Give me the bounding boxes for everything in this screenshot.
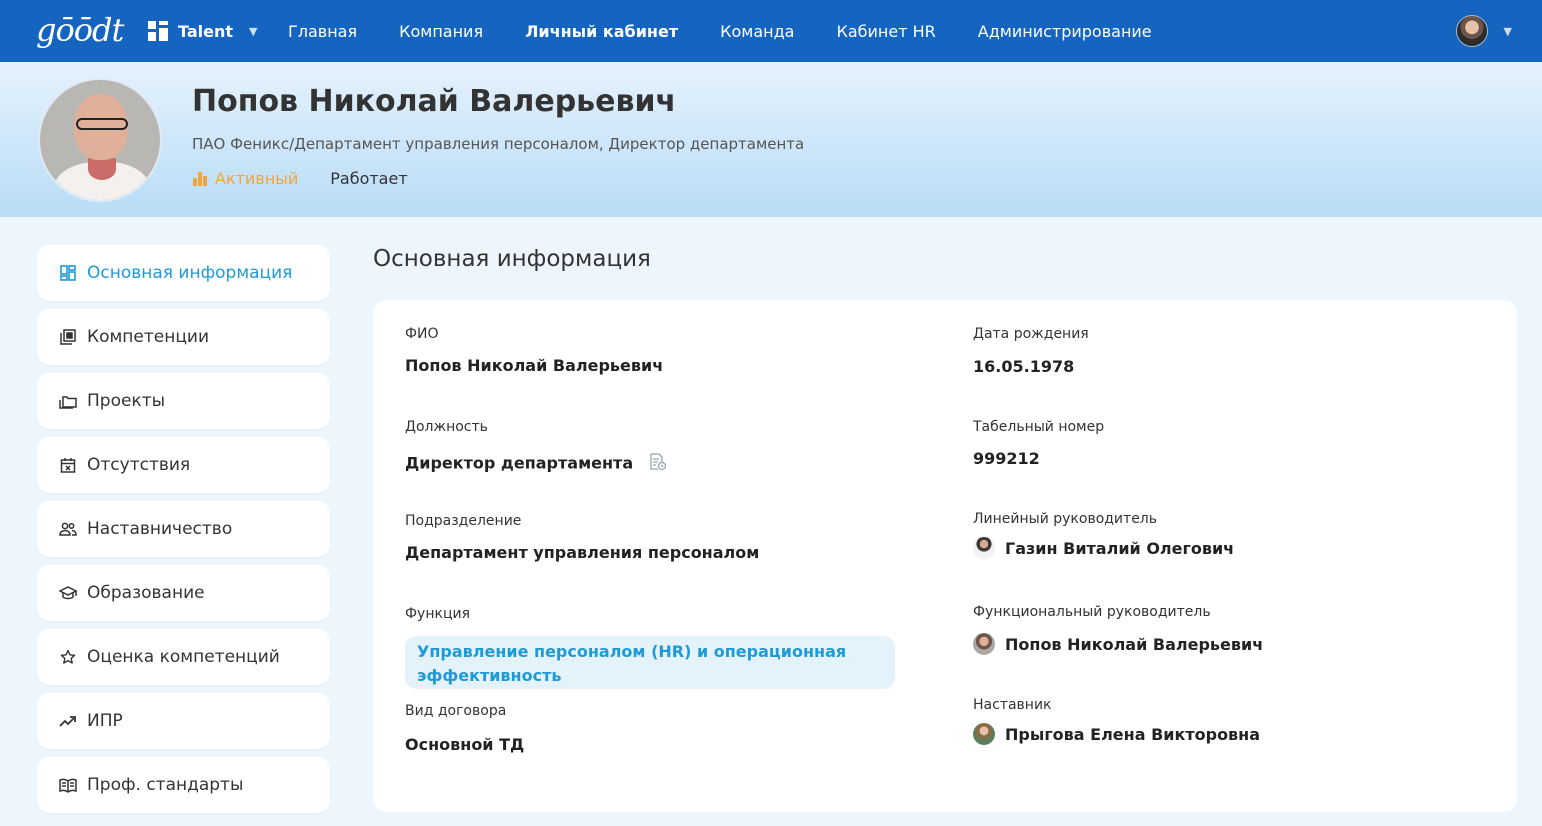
calendar-icon	[59, 456, 77, 474]
birth-date-label: Дата рождения	[973, 326, 1089, 342]
trending-up-icon	[59, 712, 77, 730]
sidebar-item-competencies[interactable]: Компетенции	[37, 309, 330, 365]
sidebar-item-label: Проекты	[87, 391, 166, 411]
functional-manager[interactable]: Попов Николай Валерьевич	[973, 633, 1263, 655]
user-menu[interactable]: ▼	[1455, 15, 1512, 47]
sidebar-item-idp[interactable]: ИПР	[37, 693, 330, 749]
sidebar-item-label: Основная информация	[87, 263, 293, 283]
avatar[interactable]	[1455, 15, 1488, 47]
line-manager[interactable]: Газин Виталий Олегович	[973, 537, 1234, 559]
fio-value: Попов Николай Валерьевич	[405, 356, 664, 375]
star-icon	[59, 648, 77, 666]
sidebar-item-label: ИПР	[87, 711, 123, 731]
sidebar-item-label: Проф. стандарты	[87, 775, 244, 795]
graduation-cap-icon	[59, 584, 77, 602]
sidebar-item-mentoring[interactable]: Наставничество	[37, 501, 330, 557]
position-label: Должность	[405, 419, 488, 435]
main-info-card: ФИО Попов Николай Валерьевич Должность Д…	[373, 300, 1517, 812]
contract-label: Вид договора	[405, 703, 507, 719]
nav-administration[interactable]: Администрирование	[978, 22, 1152, 41]
avatar	[973, 723, 995, 745]
mentor-name: Прыгова Елена Викторовна	[1005, 724, 1261, 744]
status-active-label: Активный	[215, 169, 299, 188]
avatar	[973, 633, 995, 655]
profile-name: Попов Николай Валерьевич	[192, 84, 677, 119]
sidebar-item-label: Отсутствия	[87, 455, 191, 475]
sidebar-item-absences[interactable]: Отсутствия	[37, 437, 330, 493]
chevron-down-icon: ▼	[1503, 24, 1512, 38]
top-navbar: gōōdt Talent ▼ Главная Компания Личный к…	[0, 0, 1542, 62]
profile-photo	[38, 78, 162, 202]
sidebar-item-label: Образование	[87, 583, 205, 603]
main-nav: Главная Компания Личный кабинет Команда …	[288, 0, 1194, 62]
status-badge: Активный	[193, 169, 298, 188]
sidebar-item-projects[interactable]: Проекты	[37, 373, 330, 429]
avatar	[973, 537, 995, 559]
sidebar-item-label: Компетенции	[87, 327, 210, 347]
position-text: Директор департамента	[405, 453, 634, 473]
activity-bars-icon	[193, 171, 209, 186]
sidebar-item-education[interactable]: Образование	[37, 565, 330, 621]
sidebar-item-prof-standards[interactable]: Проф. стандарты	[37, 757, 330, 813]
line-manager-label: Линейный руководитель	[973, 511, 1158, 527]
birth-date-value: 16.05.1978	[973, 357, 1075, 376]
nav-personal-cabinet[interactable]: Личный кабинет	[525, 22, 678, 41]
app-grid-icon	[148, 21, 168, 41]
employment-status: Работает	[330, 169, 408, 188]
nav-team[interactable]: Команда	[720, 22, 794, 41]
app-switcher[interactable]: Talent ▼	[148, 0, 258, 62]
book-icon	[59, 776, 77, 794]
app-label: Talent	[178, 21, 234, 41]
people-icon	[59, 520, 77, 538]
mentor[interactable]: Прыгова Елена Викторовна	[973, 723, 1260, 745]
section-title: Основная информация	[373, 246, 651, 272]
projects-icon	[59, 392, 77, 410]
mentor-label: Наставник	[973, 697, 1052, 713]
sidebar-item-competency-assessment[interactable]: Оценка компетенций	[37, 629, 330, 685]
sidebar-item-label: Оценка компетенций	[87, 647, 280, 667]
function-chip[interactable]: Управление персоналом (HR) и операционна…	[405, 636, 895, 689]
nav-home[interactable]: Главная	[288, 22, 357, 41]
profile-organization: ПАО Феникс/Департамент управления персон…	[192, 135, 805, 153]
personnel-number-value: 999212	[973, 449, 1040, 468]
document-history-icon[interactable]	[649, 453, 667, 475]
functional-manager-label: Функциональный руководитель	[973, 604, 1211, 620]
contract-value: Основной ТД	[405, 735, 525, 754]
functional-manager-name: Попов Николай Валерьевич	[1005, 634, 1264, 654]
dashboard-icon	[59, 264, 77, 282]
chevron-down-icon: ▼	[249, 24, 258, 38]
position-value: Директор департамента	[405, 453, 667, 475]
sidebar-item-label: Наставничество	[87, 519, 233, 539]
status-row: Активный Работает	[193, 169, 408, 188]
fio-label: ФИО	[405, 326, 439, 342]
personnel-number-label: Табельный номер	[973, 419, 1105, 435]
nav-hr-cabinet[interactable]: Кабинет HR	[836, 22, 935, 41]
line-manager-name: Газин Виталий Олегович	[1005, 538, 1235, 558]
nav-company[interactable]: Компания	[399, 22, 483, 41]
competencies-icon	[59, 328, 77, 346]
division-value: Департамент управления персоналом	[405, 543, 760, 562]
sidebar-item-main-info[interactable]: Основная информация	[37, 245, 330, 301]
division-label: Подразделение	[405, 513, 522, 529]
brand-logo[interactable]: gōōdt	[36, 12, 124, 50]
function-label: Функция	[405, 606, 470, 622]
